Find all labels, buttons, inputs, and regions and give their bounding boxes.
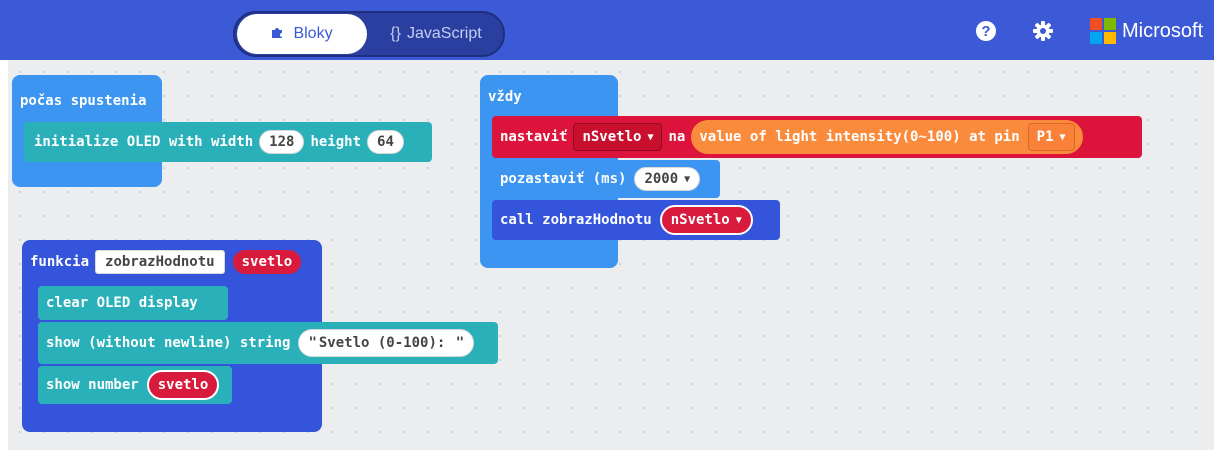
call-argument-dropdown[interactable]: nSvetlo ▼: [659, 205, 753, 235]
caret-down-icon: ▼: [735, 214, 742, 226]
pin-value: P1: [1036, 129, 1054, 145]
pause-duration-dropdown[interactable]: 2000 ▼: [634, 167, 701, 191]
clear-oled-block[interactable]: clear OLED display: [38, 286, 228, 320]
pin-dropdown[interactable]: P1 ▼: [1027, 123, 1075, 151]
string-input[interactable]: " Svetlo (0-100): ": [298, 329, 475, 357]
on-start-label: počas spustenia: [20, 93, 147, 109]
caret-down-icon: ▼: [1059, 131, 1066, 143]
brand-label: Microsoft: [1122, 19, 1204, 42]
light-intensity-block[interactable]: value of light intensity(0~100) at pin P…: [691, 120, 1083, 154]
function-parameter[interactable]: svetlo: [230, 248, 304, 276]
oled-height-input[interactable]: 64: [367, 130, 404, 154]
caret-down-icon: ▼: [647, 131, 654, 143]
show-string-block[interactable]: show (without newline) string " Svetlo (0…: [38, 322, 498, 364]
call-argument-value: nSvetlo: [670, 212, 730, 228]
init-oled-label: initialize OLED with width: [34, 134, 254, 150]
show-string-label: show (without newline) string: [46, 335, 291, 351]
microsoft-squares-icon: [1090, 18, 1116, 44]
tab-blocks[interactable]: Bloky: [237, 14, 367, 54]
variable-name: nSvetlo: [582, 129, 642, 145]
caret-down-icon: ▼: [684, 173, 691, 185]
tab-javascript[interactable]: {} JavaScript: [378, 14, 494, 54]
svg-text:?: ?: [981, 23, 990, 40]
pause-duration-value: 2000: [644, 171, 679, 187]
show-number-block[interactable]: show number svetlo: [38, 366, 232, 404]
show-number-label: show number: [46, 377, 139, 393]
gear-icon[interactable]: [1030, 18, 1056, 44]
function-keyword: funkcia: [30, 254, 90, 270]
function-name-input[interactable]: zobrazHodnotu: [95, 250, 225, 274]
tab-javascript-label: JavaScript: [406, 25, 482, 42]
tab-blocks-label: Bloky: [293, 25, 333, 42]
light-intensity-label: value of light intensity(0~100) at pin: [699, 129, 1020, 145]
oled-width-input[interactable]: 128: [259, 130, 305, 154]
show-number-argument[interactable]: svetlo: [146, 370, 220, 400]
set-label: nastaviť: [500, 129, 568, 145]
call-function-block[interactable]: call zobrazHodnotu nSvetlo ▼: [492, 200, 780, 240]
initialize-oled-block[interactable]: initialize OLED with width 128 height 64: [24, 122, 432, 162]
height-label: height: [310, 134, 362, 150]
string-value: Svetlo (0-100):: [318, 335, 454, 351]
microsoft-logo[interactable]: Microsoft: [1090, 16, 1203, 46]
set-variable-block[interactable]: nastaviť nSvetlo ▼ na value of light int…: [492, 116, 1142, 158]
clear-oled-label: clear OLED display: [46, 295, 198, 311]
pause-block[interactable]: pozastaviť (ms) 2000 ▼: [492, 160, 720, 198]
forever-label: vždy: [488, 89, 522, 105]
curly-braces-icon: {}: [390, 25, 401, 42]
puzzle-piece-icon: [271, 25, 285, 44]
question-circle-icon[interactable]: ?: [973, 18, 999, 44]
open-quote-icon: ": [308, 335, 317, 351]
variable-dropdown[interactable]: nSvetlo ▼: [573, 123, 663, 151]
pause-label: pozastaviť (ms): [500, 171, 627, 187]
close-quote-icon: ": [455, 335, 465, 351]
na-label: na: [668, 129, 686, 145]
top-toolbar: Bloky {} JavaScript ? Microsoft: [0, 0, 1214, 60]
call-label: call zobrazHodnotu: [500, 212, 652, 228]
